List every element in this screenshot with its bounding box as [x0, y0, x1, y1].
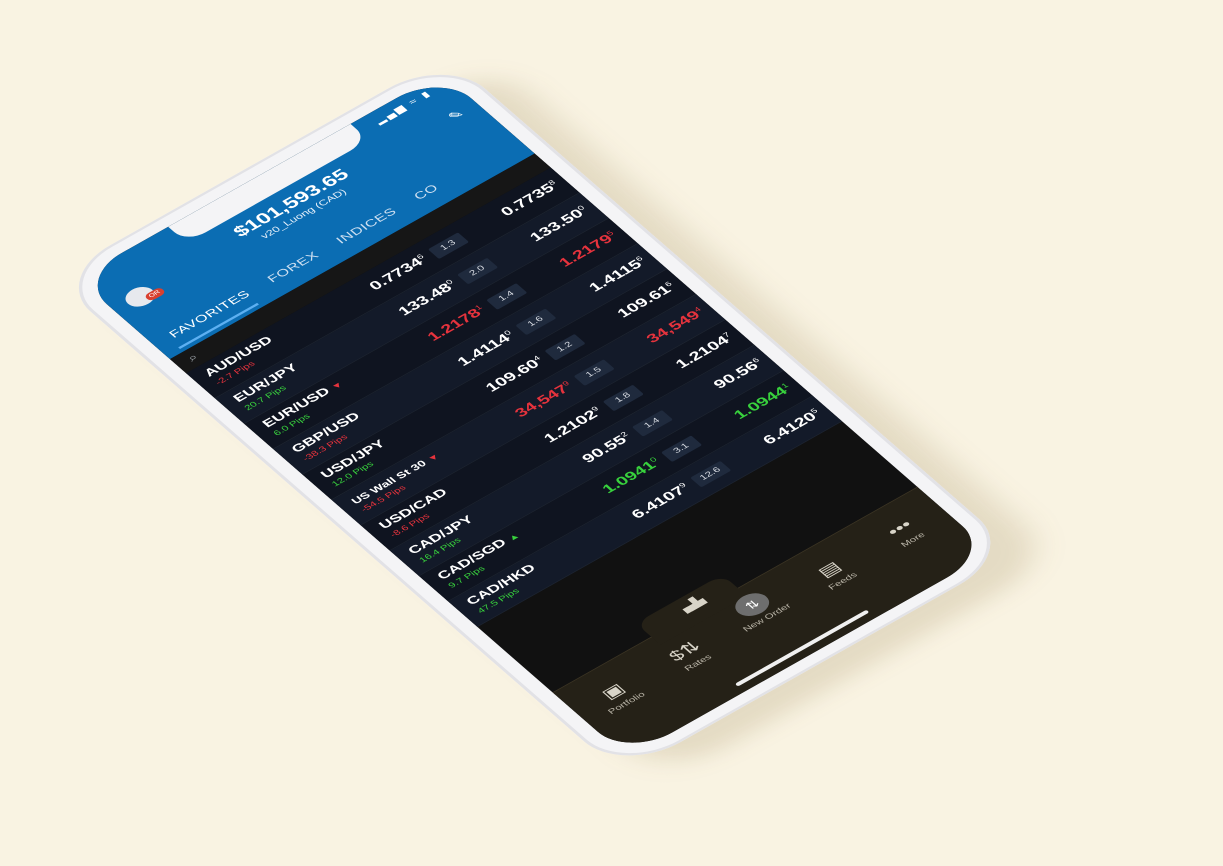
trend-arrow-icon: [385, 438, 392, 444]
spread-badge: 1.3: [427, 232, 470, 260]
trend-arrow-icon: [272, 334, 279, 340]
spread-badge: 2.0: [457, 257, 499, 285]
trend-arrow-icon: [535, 562, 542, 568]
spread-badge: 1.2: [544, 333, 586, 361]
trend-arrow-icon: ▼: [425, 452, 443, 464]
spread-badge: 1.4: [486, 283, 528, 310]
trend-arrow-icon: [360, 411, 367, 417]
tab-commodities[interactable]: CO: [411, 182, 442, 202]
search-icon[interactable]: ⌕: [184, 351, 202, 364]
stage: ▂▄▆ ≈ ▮ OR $101,593.65 v20_Luong (CAD) ✎…: [0, 0, 1223, 866]
nav-more[interactable]: ••• More: [858, 502, 953, 563]
trend-arrow-icon: [297, 362, 304, 368]
spread-badge: 1.6: [515, 308, 557, 336]
trend-arrow-icon: [473, 514, 480, 520]
phone: ▂▄▆ ≈ ▮ OR $101,593.65 v20_Luong (CAD) ✎…: [52, 55, 1061, 781]
spread-badge: 1.8: [602, 384, 644, 412]
trend-arrow-icon: [447, 487, 454, 493]
spread-badge: 3.1: [661, 435, 703, 463]
more-icon: •••: [883, 516, 917, 540]
spread-badge: 12.6: [690, 460, 732, 488]
trend-arrow-icon: ▼: [329, 380, 346, 392]
trend-arrow-icon: ▲: [506, 531, 523, 543]
spread-badge: 1.5: [573, 359, 615, 386]
spread-badge: 1.4: [631, 410, 674, 437]
